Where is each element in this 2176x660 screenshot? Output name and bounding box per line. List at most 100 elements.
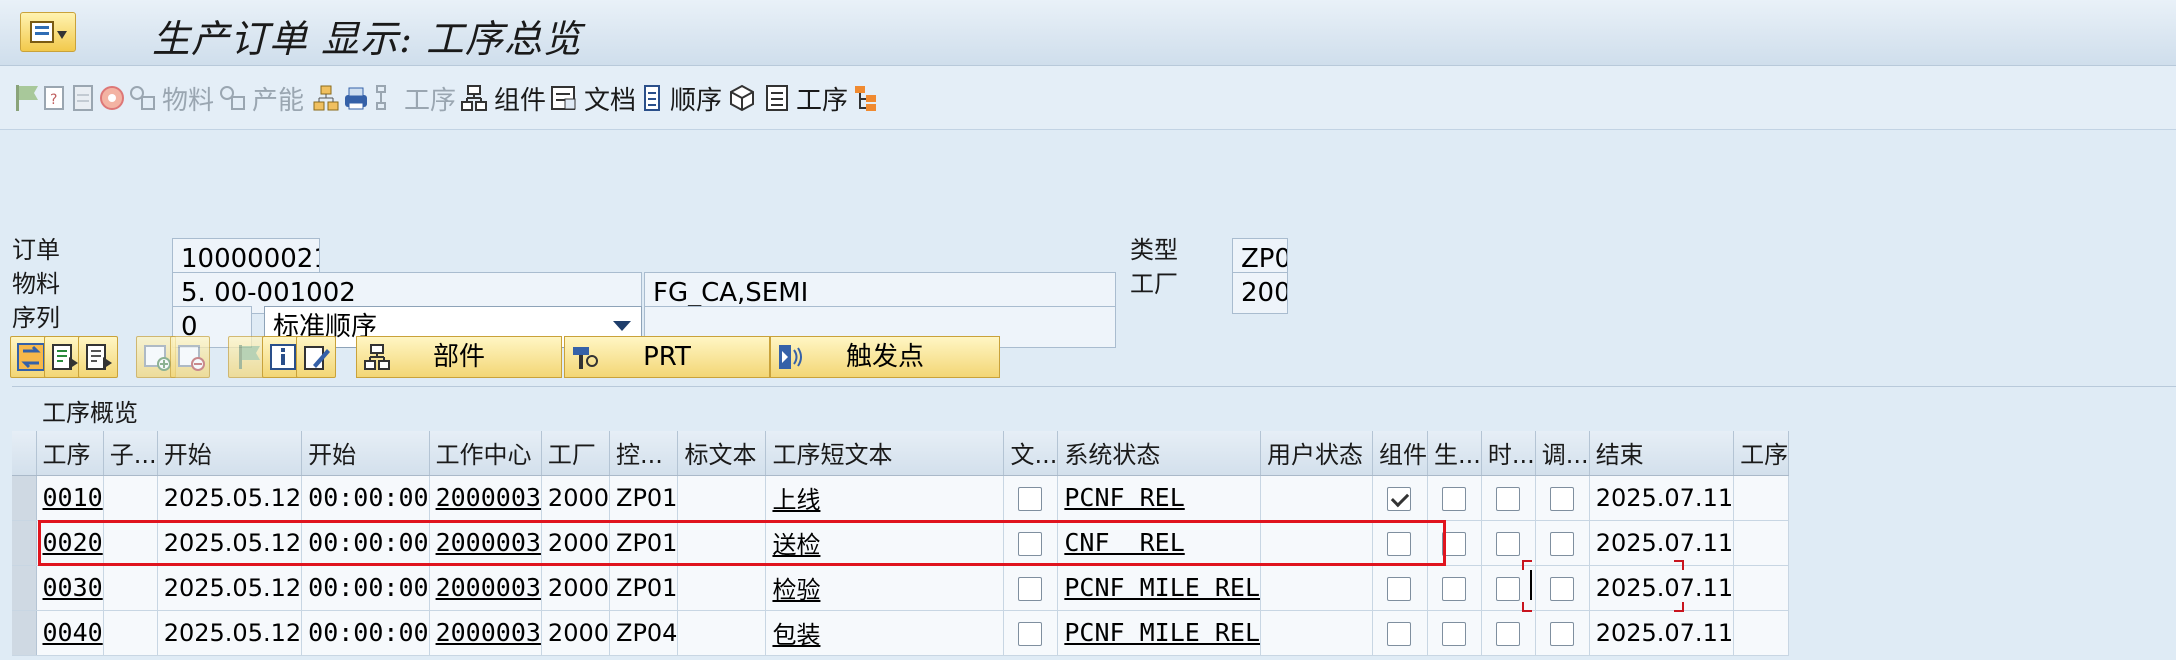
cell-long-text-flag[interactable] <box>1003 565 1059 611</box>
cell-short-text[interactable]: 检验 <box>765 565 1005 611</box>
cell-system-status[interactable]: PCNF REL <box>1057 475 1262 521</box>
menu-button[interactable] <box>20 12 76 52</box>
col-header[interactable]: 标文本 <box>677 431 767 476</box>
time-checkbox[interactable] <box>1495 621 1520 646</box>
cell-user-status[interactable] <box>1260 565 1374 611</box>
edit-button[interactable] <box>296 336 336 378</box>
plant-field[interactable]: 2000 <box>1232 272 1288 314</box>
cell-production-resource[interactable] <box>1427 610 1482 656</box>
detail2-button[interactable] <box>78 336 118 378</box>
cell-long-text-flag[interactable] <box>1003 610 1059 656</box>
cell-system-status[interactable]: PCNF MILE REL <box>1057 610 1262 656</box>
operation-link[interactable]: 0030 <box>43 573 103 602</box>
toolbar-sequence-button[interactable]: 顺序 <box>640 78 722 118</box>
col-header[interactable]: 系统状态 <box>1057 431 1262 476</box>
toolbar-hierarchy-button[interactable] <box>312 78 340 118</box>
toolbar-operation-button[interactable]: 工序 <box>374 78 456 118</box>
col-header[interactable]: 开始 <box>301 431 430 476</box>
row-selector[interactable] <box>12 520 37 566</box>
time-checkbox[interactable] <box>1495 531 1520 556</box>
col-header[interactable]: 工序短文本 <box>765 431 1005 476</box>
production-checkbox[interactable] <box>1442 486 1467 511</box>
short-text-link[interactable]: 上线 <box>772 486 820 514</box>
col-header[interactable]: 时... <box>1481 431 1536 476</box>
toolbar-object-button[interactable] <box>728 78 756 118</box>
parts-button[interactable]: 部件 <box>356 336 562 378</box>
col-header[interactable]: 控... <box>609 431 679 476</box>
operation-link[interactable]: 0010 <box>43 483 103 512</box>
cell-adjust[interactable] <box>1535 475 1590 521</box>
cell-work-center[interactable]: 2000003 <box>429 475 542 521</box>
cell-short-text[interactable]: 上线 <box>765 475 1005 521</box>
time-checkbox[interactable] <box>1495 486 1520 511</box>
cell-user-status[interactable] <box>1260 610 1374 656</box>
adjust-checkbox[interactable] <box>1549 621 1574 646</box>
col-header[interactable]: 组件 <box>1372 431 1429 476</box>
toolbar-info-button[interactable]: ? <box>42 78 68 118</box>
cell-operation[interactable]: 0030 <box>36 565 104 611</box>
toolbar-calculator-button[interactable] <box>72 78 94 118</box>
toolbar-flag-button[interactable] <box>14 78 40 118</box>
cell-operation[interactable]: 0010 <box>36 475 104 521</box>
table-row[interactable]: 0010 2025.05.12 00:00:00 2000003 2000 ZP01 上线 P… <box>12 475 1790 521</box>
long-text-checkbox[interactable] <box>1018 486 1043 511</box>
cell-component[interactable] <box>1372 565 1429 611</box>
toolbar-component-button[interactable]: 组件 <box>460 78 546 118</box>
toolbar-structure-button[interactable] <box>852 78 880 118</box>
production-checkbox[interactable] <box>1442 576 1467 601</box>
system-status-link[interactable]: PCNF REL <box>1064 483 1184 512</box>
toolbar-print-button[interactable] <box>342 78 370 118</box>
cell-time[interactable] <box>1481 610 1536 656</box>
col-header[interactable]: 文... <box>1003 431 1059 476</box>
col-header[interactable]: 工序 <box>36 431 104 476</box>
toolbar-operation2-button[interactable]: 工序 <box>764 78 848 118</box>
trigger-point-button[interactable]: 触发点 <box>770 336 1000 378</box>
cell-adjust[interactable] <box>1535 520 1590 566</box>
adjust-checkbox[interactable] <box>1549 486 1574 511</box>
cell-component[interactable] <box>1372 610 1429 656</box>
col-header[interactable]: 调... <box>1535 431 1590 476</box>
toolbar-lifebuoy-button[interactable] <box>98 78 126 118</box>
production-checkbox[interactable] <box>1442 621 1467 646</box>
short-text-link[interactable]: 包装 <box>772 621 820 649</box>
col-header[interactable]: 工序 <box>1733 431 1790 476</box>
long-text-checkbox[interactable] <box>1018 621 1043 646</box>
toolbar-material-button[interactable]: 物料 <box>128 78 214 118</box>
row-selector[interactable] <box>12 565 37 611</box>
cell-production-resource[interactable] <box>1427 475 1482 521</box>
row-selector[interactable] <box>12 610 37 656</box>
cell-component[interactable] <box>1372 475 1429 521</box>
cell-work-center[interactable]: 2000003 <box>429 565 542 611</box>
long-text-checkbox[interactable] <box>1018 576 1043 601</box>
work-center-link[interactable]: 2000003 <box>436 573 541 602</box>
adjust-checkbox[interactable] <box>1549 531 1574 556</box>
cell-system-status[interactable]: PCNF MILE REL <box>1057 565 1262 611</box>
work-center-link[interactable]: 2000003 <box>436 483 541 512</box>
select-all-header[interactable] <box>12 431 37 476</box>
system-status-link[interactable]: PCNF MILE REL <box>1064 573 1259 602</box>
time-checkbox[interactable] <box>1495 576 1520 601</box>
col-header[interactable]: 工厂 <box>541 431 611 476</box>
table-row[interactable]: 0040 2025.05.12 00:00:00 2000003 2000 ZP04 包装 P… <box>12 610 1790 656</box>
cell-work-center[interactable]: 2000003 <box>429 610 542 656</box>
component-checkbox[interactable] <box>1387 486 1412 511</box>
col-header[interactable]: 用户状态 <box>1260 431 1374 476</box>
col-header[interactable]: 结束 <box>1589 431 1735 476</box>
cell-short-text[interactable]: 包装 <box>765 610 1005 656</box>
col-header[interactable]: 子... <box>103 431 158 476</box>
cell-long-text-flag[interactable] <box>1003 475 1059 521</box>
system-status-link[interactable]: PCNF MILE REL <box>1064 618 1259 647</box>
cell-adjust[interactable] <box>1535 610 1590 656</box>
delete-row-button[interactable] <box>170 336 210 378</box>
short-text-link[interactable]: 检验 <box>772 576 820 604</box>
operation-link[interactable]: 0040 <box>43 618 103 647</box>
col-header[interactable]: 生... <box>1427 431 1482 476</box>
cell-user-status[interactable] <box>1260 475 1374 521</box>
row-selector[interactable] <box>12 475 37 521</box>
toolbar-document-button[interactable]: 文档 <box>550 78 636 118</box>
component-checkbox[interactable] <box>1387 576 1412 601</box>
toolbar-capacity-button[interactable]: 产能 <box>218 78 304 118</box>
component-checkbox[interactable] <box>1387 621 1412 646</box>
cell-production-resource[interactable] <box>1427 565 1482 611</box>
cell-time[interactable] <box>1481 475 1536 521</box>
